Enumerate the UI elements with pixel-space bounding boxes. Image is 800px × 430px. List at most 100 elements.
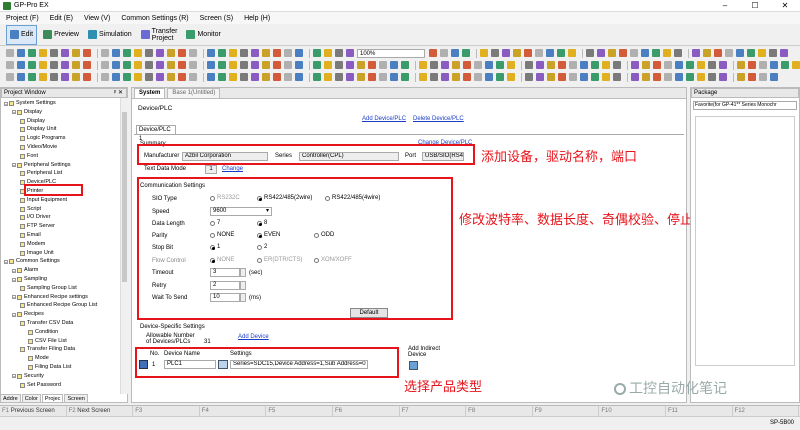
toolbar-tool-icon[interactable]: [697, 73, 705, 81]
toolbar-tool-icon[interactable]: [781, 61, 789, 69]
toolbar-tool-icon[interactable]: [295, 73, 303, 81]
f7-key[interactable]: F7: [400, 406, 467, 416]
tree-item[interactable]: Modem: [20, 241, 45, 248]
toolbar-tool-icon[interactable]: [324, 73, 332, 81]
tree-item[interactable]: Sampling Group List: [20, 285, 77, 292]
expand-icon[interactable]: −: [4, 101, 8, 106]
toolbar-tool-icon[interactable]: [708, 61, 716, 69]
toolbar-tool-icon[interactable]: [653, 61, 661, 69]
expand-icon[interactable]: −: [12, 374, 16, 379]
toolbar-tool-icon[interactable]: [452, 73, 460, 81]
toolbar-tool-icon[interactable]: [546, 49, 554, 57]
toolbar-tool-icon[interactable]: [770, 61, 778, 69]
maximize-icon[interactable]: ☐: [740, 0, 770, 12]
toolbar-tool-icon[interactable]: [513, 49, 521, 57]
toolbar-tool-icon[interactable]: [207, 61, 215, 69]
toolbar-tool-icon[interactable]: [536, 73, 544, 81]
toolbar-tool-icon[interactable]: [452, 61, 460, 69]
toolbar-tool-icon[interactable]: [525, 73, 533, 81]
toolbar-tool-icon[interactable]: [674, 49, 682, 57]
toolbar-tool-icon[interactable]: [558, 61, 566, 69]
tree-item[interactable]: Enhanced Recipe Group List: [20, 302, 97, 309]
toolbar-tool-icon[interactable]: [28, 61, 36, 69]
toolbar-tool-icon[interactable]: [619, 49, 627, 57]
tree-item[interactable]: Display Unit: [20, 126, 56, 133]
toolbar-tool-icon[interactable]: [379, 73, 387, 81]
toolbar-tool-icon[interactable]: [401, 61, 409, 69]
toolbar-tool-icon[interactable]: [536, 61, 544, 69]
toolbar-tool-icon[interactable]: [324, 61, 332, 69]
tree-item[interactable]: Mode: [28, 355, 49, 362]
toolbar-tool-icon[interactable]: [357, 73, 365, 81]
toolbar-tool-icon[interactable]: [463, 61, 471, 69]
toolbar-tool-icon[interactable]: [419, 61, 427, 69]
toolbar-tool-icon[interactable]: [50, 73, 58, 81]
toolbar-tool-icon[interactable]: [719, 73, 727, 81]
toolbar-tool-icon[interactable]: [491, 49, 499, 57]
toolbar-tool-icon[interactable]: [28, 73, 36, 81]
tree-item[interactable]: Script: [20, 206, 41, 213]
toolbar-tool-icon[interactable]: [251, 61, 259, 69]
toolbar-tool-icon[interactable]: [441, 61, 449, 69]
toolbar-tool-icon[interactable]: [112, 61, 120, 69]
tab-address[interactable]: Addre: [0, 394, 21, 403]
menu-screen[interactable]: Screen (S): [200, 15, 233, 22]
menu-common-settings[interactable]: Common Settings (R): [121, 15, 188, 22]
toolbar-tool-icon[interactable]: [28, 49, 36, 57]
toolbar-tool-icon[interactable]: [441, 73, 449, 81]
toolbar-tool-icon[interactable]: [189, 61, 197, 69]
toolbar-tool-icon[interactable]: [189, 49, 197, 57]
toolbar-tool-icon[interactable]: [496, 73, 504, 81]
toolbar-tool-icon[interactable]: [346, 73, 354, 81]
tree-item[interactable]: Peripheral List: [20, 170, 62, 177]
toolbar-tool-icon[interactable]: [229, 73, 237, 81]
toolbar-tool-icon[interactable]: [145, 73, 153, 81]
toolbar-tool-icon[interactable]: [580, 61, 588, 69]
tree-item[interactable]: Logic Programs: [20, 135, 66, 142]
toolbar-tool-icon[interactable]: [262, 49, 270, 57]
toolbar-tool-icon[interactable]: [262, 61, 270, 69]
toolbar-tool-icon[interactable]: [61, 61, 69, 69]
toolbar-tool-icon[interactable]: [17, 49, 25, 57]
toolbar-tool-icon[interactable]: [167, 61, 175, 69]
f9-key[interactable]: F9: [533, 406, 600, 416]
toolbar-tool-icon[interactable]: [631, 73, 639, 81]
toolbar-tool-icon[interactable]: [759, 73, 767, 81]
tree-item[interactable]: − Common Settings: [4, 258, 60, 265]
toolbar-tool-icon[interactable]: [156, 61, 164, 69]
f4-key[interactable]: F4: [200, 406, 267, 416]
tree-item[interactable]: Filing Data List: [28, 364, 71, 371]
toolbar-tool-icon[interactable]: [485, 61, 493, 69]
toolbar-tool-icon[interactable]: [178, 49, 186, 57]
toolbar-tool-icon[interactable]: [652, 49, 660, 57]
toolbar-tool-icon[interactable]: [273, 61, 281, 69]
toolbar-tool-icon[interactable]: [240, 73, 248, 81]
toolbar-tool-icon[interactable]: [50, 61, 58, 69]
f6-key[interactable]: F6: [333, 406, 400, 416]
tree-item[interactable]: CSV File List: [28, 338, 67, 345]
toolbar-tool-icon[interactable]: [229, 61, 237, 69]
toolbar-tool-icon[interactable]: [251, 49, 259, 57]
zoom-select[interactable]: 100%: [357, 48, 425, 58]
toolbar-tool-icon[interactable]: [547, 61, 555, 69]
tab-base-1[interactable]: Base 1(Untitled): [167, 88, 221, 98]
toolbar-tool-icon[interactable]: [653, 73, 661, 81]
toolbar-tool-icon[interactable]: [6, 73, 14, 81]
menu-project[interactable]: Project (F): [6, 15, 39, 22]
expand-icon[interactable]: −: [12, 110, 16, 115]
tree-item[interactable]: Video/Movie: [20, 144, 57, 151]
tree-item[interactable]: Condition: [28, 329, 58, 336]
toolbar-tool-icon[interactable]: [708, 73, 716, 81]
toolbar-tool-icon[interactable]: [145, 49, 153, 57]
f10-key[interactable]: F10: [599, 406, 666, 416]
toolbar-tool-icon[interactable]: [485, 73, 493, 81]
add-device-link[interactable]: Add Device: [238, 334, 269, 340]
toolbar-tool-icon[interactable]: [273, 73, 281, 81]
toolbar-tool-icon[interactable]: [630, 49, 638, 57]
toolbar-tool-icon[interactable]: [769, 49, 777, 57]
toolbar-tool-icon[interactable]: [61, 73, 69, 81]
toolbar-tool-icon[interactable]: [368, 73, 376, 81]
tree-item[interactable]: FTP Server: [20, 223, 55, 230]
text-data-mode-change-link[interactable]: Change: [222, 166, 243, 172]
toolbar-tool-icon[interactable]: [451, 49, 459, 57]
